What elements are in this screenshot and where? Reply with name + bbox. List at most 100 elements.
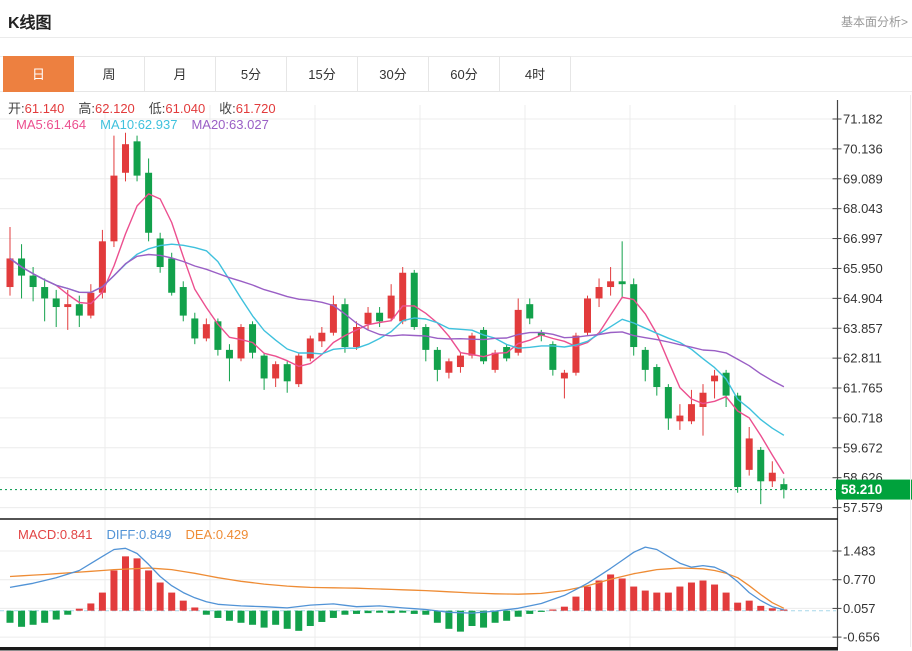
candlestick bbox=[376, 313, 383, 322]
candlestick bbox=[53, 298, 60, 307]
macd-tick-label: 0.770 bbox=[843, 572, 876, 587]
macd-bar bbox=[492, 611, 499, 623]
candlestick bbox=[76, 304, 83, 315]
macd-bar bbox=[365, 611, 372, 613]
macd-bar bbox=[214, 611, 221, 618]
candlestick bbox=[434, 350, 441, 370]
info-segment: 高:62.120 bbox=[78, 101, 134, 116]
current-price-badge-text: 58.210 bbox=[841, 482, 882, 497]
price-tick-label: 65.950 bbox=[843, 261, 883, 276]
price-tick-label: 63.857 bbox=[843, 321, 883, 336]
info-segment: MA20:63.027 bbox=[191, 117, 268, 132]
candlestick bbox=[549, 344, 556, 370]
candlestick bbox=[365, 313, 372, 324]
macd-bar bbox=[238, 611, 245, 623]
macd-bar bbox=[226, 611, 233, 621]
macd-bar bbox=[630, 587, 637, 611]
info-segment: MA10:62.937 bbox=[100, 117, 177, 132]
macd-bar bbox=[180, 601, 187, 611]
candlestick bbox=[295, 356, 302, 385]
candlestick bbox=[157, 238, 164, 267]
macd-bar bbox=[295, 611, 302, 631]
macd-bar bbox=[134, 558, 141, 610]
candlestick bbox=[284, 364, 291, 381]
macd-bar bbox=[272, 611, 279, 625]
candlestick bbox=[422, 327, 429, 350]
candlestick bbox=[399, 273, 406, 322]
macd-bar bbox=[734, 603, 741, 611]
candlestick bbox=[64, 304, 71, 307]
candlestick bbox=[757, 450, 764, 481]
macd-bar bbox=[515, 611, 522, 617]
macd-bar bbox=[203, 611, 210, 615]
price-tick-label: 61.765 bbox=[843, 381, 883, 396]
macd-bar bbox=[318, 611, 325, 622]
candlestick bbox=[330, 304, 337, 333]
price-tick-label: 57.579 bbox=[843, 500, 883, 515]
candlestick bbox=[122, 144, 129, 173]
candlestick bbox=[526, 304, 533, 318]
price-tick-label: 70.136 bbox=[843, 141, 883, 156]
macd-bar bbox=[191, 607, 198, 610]
ma-info-bar: MA5:61.464MA10:62.937MA20:63.027 bbox=[16, 117, 283, 132]
info-segment: DEA:0.429 bbox=[185, 527, 248, 542]
candlestick bbox=[630, 284, 637, 347]
price-tick-label: 60.718 bbox=[843, 410, 883, 425]
macd-info-bar: MACD:0.841DIFF:0.849DEA:0.429 bbox=[18, 527, 262, 542]
macd-bar bbox=[110, 570, 117, 610]
macd-tick-label: 1.483 bbox=[843, 544, 876, 559]
candlestick bbox=[261, 356, 268, 379]
macd-bar bbox=[422, 611, 429, 615]
macd-bar bbox=[596, 581, 603, 611]
macd-bar bbox=[64, 611, 71, 615]
macd-bar bbox=[7, 611, 14, 623]
candlestick bbox=[642, 350, 649, 370]
candlestick bbox=[30, 276, 37, 287]
macd-bar bbox=[122, 556, 129, 610]
macd-bar bbox=[376, 611, 383, 613]
macd-bar bbox=[642, 591, 649, 611]
candlestick bbox=[307, 338, 314, 358]
macd-bar bbox=[41, 611, 48, 623]
macd-bar bbox=[688, 583, 695, 611]
candlestick bbox=[214, 321, 221, 350]
macd-tick-label: -0.656 bbox=[843, 630, 880, 645]
info-segment: DIFF:0.849 bbox=[106, 527, 171, 542]
macd-bar bbox=[723, 593, 730, 611]
macd-bar bbox=[769, 608, 776, 610]
macd-bar bbox=[87, 603, 94, 610]
macd-bar bbox=[711, 585, 718, 611]
candlestick bbox=[134, 141, 141, 175]
candlestick bbox=[191, 318, 198, 338]
macd-bar bbox=[261, 611, 268, 628]
candlestick bbox=[180, 287, 187, 316]
candlestick bbox=[572, 336, 579, 373]
candlestick bbox=[457, 356, 464, 367]
macd-bar bbox=[538, 611, 545, 612]
macd-bar bbox=[30, 611, 37, 625]
macd-bar bbox=[249, 611, 256, 625]
macd-bar bbox=[157, 583, 164, 611]
macd-bar bbox=[388, 611, 395, 613]
macd-bar bbox=[399, 611, 406, 613]
macd-bar bbox=[445, 611, 452, 629]
candlestick bbox=[341, 304, 348, 347]
macd-bar bbox=[480, 611, 487, 628]
macd-bar bbox=[330, 611, 337, 618]
price-tick-label: 59.672 bbox=[843, 440, 883, 455]
macd-bar bbox=[572, 597, 579, 611]
candlestick bbox=[318, 333, 325, 342]
macd-bar bbox=[746, 601, 753, 611]
price-tick-label: 66.997 bbox=[843, 231, 883, 246]
macd-bar bbox=[561, 607, 568, 611]
candlestick bbox=[688, 404, 695, 421]
candlestick bbox=[711, 376, 718, 382]
candlestick bbox=[249, 324, 256, 353]
macd-bar bbox=[757, 606, 764, 611]
candlestick bbox=[653, 367, 660, 387]
price-tick-label: 64.904 bbox=[843, 291, 883, 306]
macd-bar bbox=[284, 611, 291, 629]
price-tick-label: 68.043 bbox=[843, 201, 883, 216]
candlestick bbox=[238, 327, 245, 358]
macd-bar bbox=[53, 611, 60, 620]
